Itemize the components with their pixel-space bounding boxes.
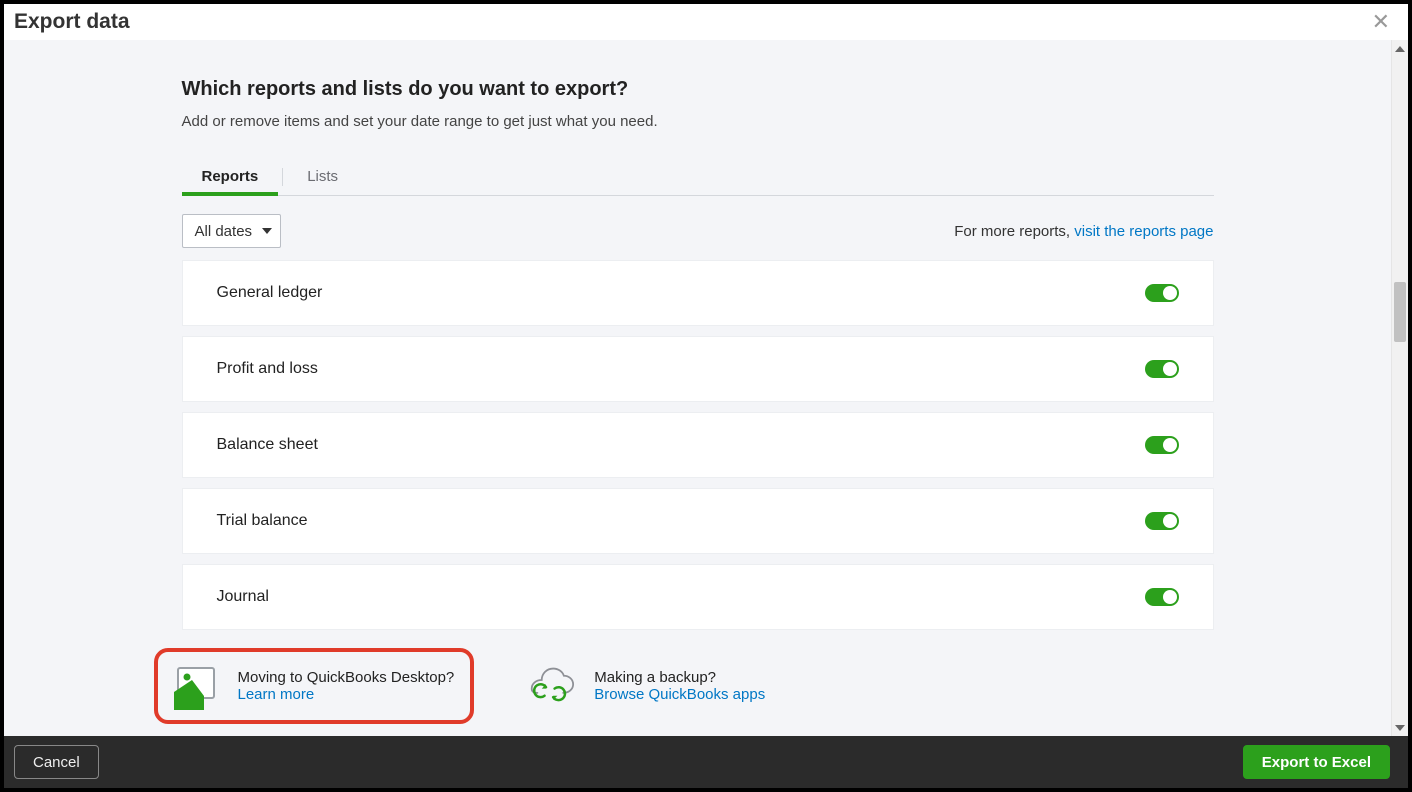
- date-range-select[interactable]: All dates: [182, 214, 282, 248]
- toggle-knob: [1163, 362, 1177, 376]
- card-title: Making a backup?: [594, 669, 765, 686]
- report-item-profit-and-loss: Profit and loss: [182, 336, 1214, 402]
- page-subheading: Add or remove items and set your date ra…: [182, 113, 1214, 130]
- report-label: General ledger: [217, 284, 323, 302]
- more-reports-prefix: For more reports,: [954, 223, 1074, 240]
- scroll-area: Which reports and lists do you want to e…: [4, 40, 1391, 736]
- export-to-excel-button[interactable]: Export to Excel: [1243, 745, 1390, 779]
- toggle-general-ledger[interactable]: [1145, 284, 1179, 302]
- toggle-knob: [1163, 286, 1177, 300]
- tab-separator: [282, 168, 283, 186]
- report-item-trial-balance: Trial balance: [182, 488, 1214, 554]
- card-title: Moving to QuickBooks Desktop?: [238, 669, 455, 686]
- info-cards: Moving to QuickBooks Desktop? Learn more: [154, 648, 1214, 724]
- arrow-up-icon: [1395, 46, 1405, 52]
- toggle-balance-sheet[interactable]: [1145, 436, 1179, 454]
- image-icon: [170, 662, 220, 710]
- arrow-down-icon: [1395, 725, 1405, 731]
- content: Which reports and lists do you want to e…: [182, 78, 1214, 724]
- cancel-button[interactable]: Cancel: [14, 745, 99, 779]
- dialog-body: Which reports and lists do you want to e…: [4, 40, 1408, 736]
- scroll-down-button[interactable]: [1392, 719, 1409, 736]
- report-item-general-ledger: General ledger: [182, 260, 1214, 326]
- report-item-balance-sheet: Balance sheet: [182, 412, 1214, 478]
- card-moving-to-desktop: Moving to QuickBooks Desktop? Learn more: [154, 648, 475, 724]
- report-label: Balance sheet: [217, 436, 318, 454]
- report-list: General ledger Profit and loss Balance s…: [182, 260, 1214, 630]
- browse-apps-link[interactable]: Browse QuickBooks apps: [594, 686, 765, 703]
- report-label: Trial balance: [217, 512, 308, 530]
- more-reports-text: For more reports, visit the reports page: [954, 223, 1213, 240]
- scrollbar-thumb[interactable]: [1394, 282, 1406, 342]
- toggle-journal[interactable]: [1145, 588, 1179, 606]
- scrollbar-track[interactable]: [1392, 57, 1408, 719]
- card-text: Moving to QuickBooks Desktop? Learn more: [238, 669, 455, 703]
- cloud-refresh-icon: [526, 662, 576, 710]
- toggle-profit-and-loss[interactable]: [1145, 360, 1179, 378]
- dialog-header: Export data ✕: [4, 4, 1408, 40]
- report-label: Journal: [217, 588, 269, 606]
- filter-row: All dates For more reports, visit the re…: [182, 214, 1214, 248]
- card-text: Making a backup? Browse QuickBooks apps: [594, 669, 765, 703]
- toggle-knob: [1163, 514, 1177, 528]
- dialog-footer: Cancel Export to Excel: [4, 736, 1408, 788]
- vertical-scrollbar[interactable]: [1391, 40, 1408, 736]
- chevron-down-icon: [262, 228, 272, 234]
- tabs: Reports Lists: [182, 158, 1214, 196]
- card-making-backup: Making a backup? Browse QuickBooks apps: [514, 648, 781, 724]
- toggle-trial-balance[interactable]: [1145, 512, 1179, 530]
- report-label: Profit and loss: [217, 360, 318, 378]
- date-range-value: All dates: [195, 223, 253, 240]
- tab-reports[interactable]: Reports: [182, 158, 279, 195]
- dialog-title: Export data: [14, 10, 130, 34]
- export-data-dialog: Export data ✕ Which reports and lists do…: [0, 0, 1412, 792]
- toggle-knob: [1163, 590, 1177, 604]
- close-icon[interactable]: ✕: [1372, 11, 1390, 33]
- report-item-journal: Journal: [182, 564, 1214, 630]
- visit-reports-page-link[interactable]: visit the reports page: [1074, 223, 1213, 240]
- scroll-up-button[interactable]: [1392, 40, 1409, 57]
- tab-lists[interactable]: Lists: [287, 158, 358, 195]
- page-heading: Which reports and lists do you want to e…: [182, 78, 1214, 101]
- toggle-knob: [1163, 438, 1177, 452]
- learn-more-link[interactable]: Learn more: [238, 686, 455, 703]
